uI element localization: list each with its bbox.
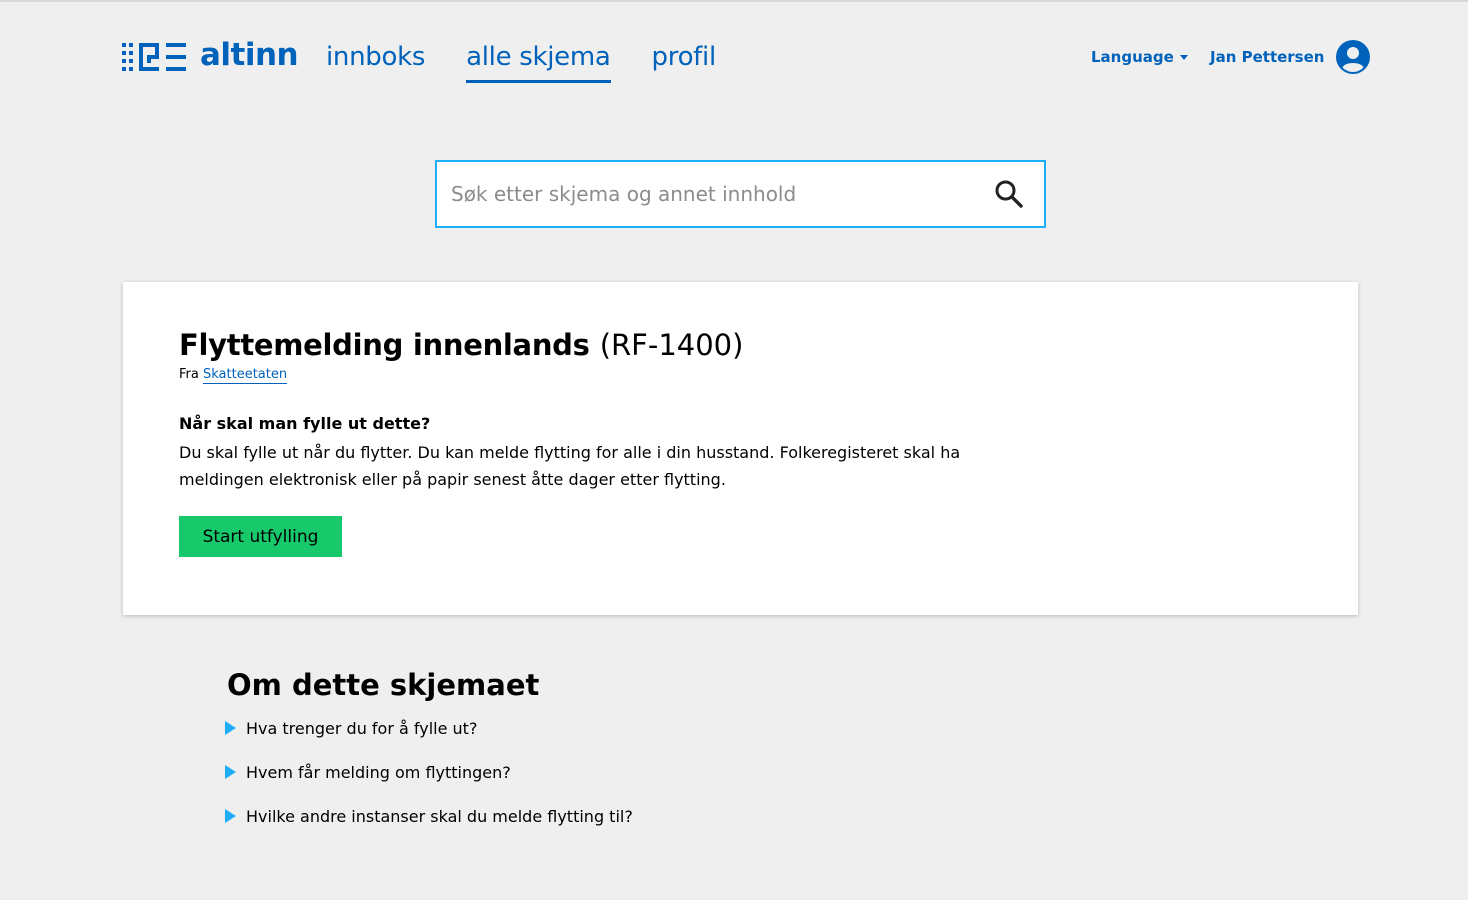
altinn-logo[interactable]: altinn [122, 37, 299, 74]
about-item-other-agencies[interactable]: Hvilke andre instanser skal du melde fly… [225, 804, 633, 828]
about-item-label: Hva trenger du for å fylle ut? [246, 718, 478, 738]
triangle-right-icon [225, 765, 236, 779]
start-button[interactable]: Start utfylling [179, 516, 342, 557]
form-name: Flyttemelding innenlands [179, 328, 590, 362]
altinn-logo-icon [122, 43, 186, 71]
user-avatar-icon [1336, 40, 1371, 74]
caret-down-icon [1179, 54, 1188, 60]
about-heading: Om dette skjemaet [227, 668, 540, 702]
language-dropdown[interactable]: Language [1091, 48, 1188, 66]
form-source: Fra Skatteetaten [179, 367, 288, 384]
main-nav: innboks alle skjema profil [326, 40, 757, 83]
nav-alle-skjema[interactable]: alle skjema [466, 40, 611, 83]
language-label: Language [1091, 48, 1174, 66]
site-header: altinn innboks alle skjema profil Langua… [0, 0, 1468, 110]
skatteetaten-link[interactable]: Skatteetaten [202, 367, 288, 384]
about-item-recipients[interactable]: Hvem får melding om flyttingen? [225, 760, 633, 784]
nav-innboks[interactable]: innboks [326, 40, 425, 74]
about-item-requirements[interactable]: Hva trenger du for å fylle ut? [225, 716, 633, 740]
logo-text: altinn [200, 37, 299, 73]
form-description: Du skal fylle ut når du flytter. Du kan … [179, 443, 961, 489]
user-name: Jan Pettersen [1210, 48, 1325, 66]
from-prefix: Fra [179, 367, 199, 382]
search-box [435, 160, 1046, 228]
about-list: Hva trenger du for å fylle ut? Hvem får … [225, 716, 633, 848]
user-menu[interactable]: Jan Pettersen [1210, 40, 1371, 74]
nav-profil[interactable]: profil [652, 40, 717, 74]
about-item-label: Hvem får melding om flyttingen? [246, 762, 511, 782]
triangle-right-icon [225, 809, 236, 823]
triangle-right-icon [225, 721, 236, 735]
about-item-label: Hvilke andre instanser skal du melde fly… [246, 806, 633, 826]
form-code: (RF-1400) [599, 328, 744, 362]
search-icon[interactable] [993, 178, 1025, 210]
form-card: Flyttemelding innenlands (RF-1400) Fra S… [123, 282, 1358, 615]
form-title: Flyttemelding innenlands (RF-1400) [179, 327, 743, 363]
search-input[interactable] [437, 162, 977, 226]
when-heading: Når skal man fylle ut dette? [179, 414, 431, 433]
